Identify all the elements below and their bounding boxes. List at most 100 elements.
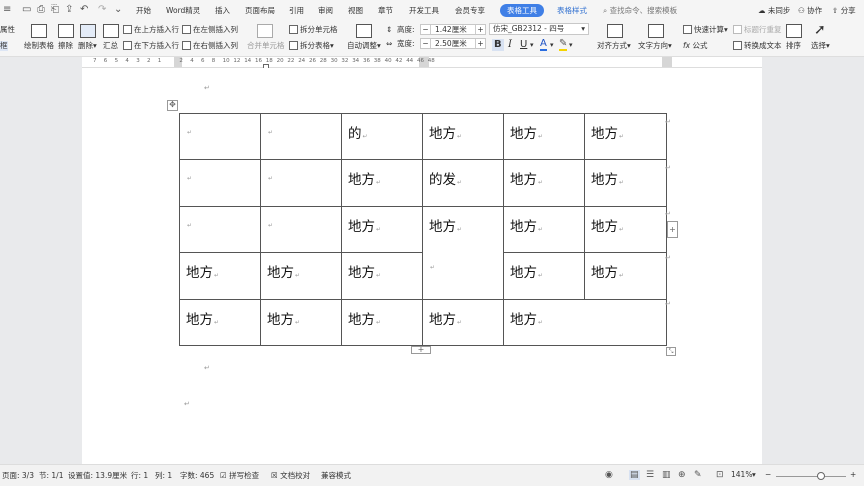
menu-references[interactable]: 引用 <box>289 5 304 16</box>
word-count[interactable]: 字数: 465 <box>180 470 214 481</box>
decrease-icon[interactable]: − <box>421 39 431 48</box>
web-view-icon[interactable]: ⊕ <box>678 470 686 480</box>
text-direction-button[interactable]: 文字方向▾ <box>638 41 672 51</box>
align-button[interactable]: 对齐方式▾ <box>597 41 631 51</box>
table-cell[interactable]: ↵ <box>179 112 261 161</box>
eye-protection-icon[interactable]: ◉ <box>605 470 613 480</box>
sync-button[interactable]: ☁ 未同步 <box>758 5 790 16</box>
increase-icon[interactable]: + <box>475 39 485 48</box>
dropdown-caret-icon[interactable]: ▾ <box>550 39 554 51</box>
table-cell[interactable]: ↵ <box>260 205 342 254</box>
underline-button[interactable]: U <box>520 39 527 51</box>
spell-check-button[interactable]: ☑ 拼写检查 <box>220 470 259 481</box>
outline-view-icon[interactable]: ☰ <box>646 470 654 480</box>
split-cells-button[interactable]: 拆分单元格 <box>289 25 338 35</box>
merged-table-cell[interactable]: 地方↵ <box>503 298 667 347</box>
table-cell[interactable]: 地方↵ <box>260 252 342 300</box>
table-cell[interactable]: ↵ <box>260 159 342 207</box>
document-table[interactable]: ↵ ↵ 的↵ 地方↵ 地方↵ 地方↵ ↵ ↵ 地方↵ 的发↵ 地方↵ 地方↵ ↵… <box>179 112 667 347</box>
highlight-icon[interactable]: ✎ <box>559 39 568 51</box>
increase-icon[interactable]: + <box>475 25 485 34</box>
dropdown-caret-icon[interactable]: ▾ <box>530 39 534 51</box>
merged-table-cell[interactable]: 地方↵ ↵ <box>422 205 504 300</box>
undo-icon[interactable]: ↶ <box>80 4 88 16</box>
table-cell[interactable]: 地方↵ <box>341 205 423 254</box>
fit-page-icon[interactable]: ⊡ <box>716 470 724 480</box>
height-stepper[interactable]: −1.42厘米 + <box>420 24 486 35</box>
proofread-button[interactable]: ☒ 文档校对 <box>271 470 310 481</box>
table-cell[interactable]: ↵ <box>179 205 261 254</box>
merge-cells-button[interactable]: 合并单元格 <box>247 41 285 51</box>
zoom-out-icon[interactable]: − <box>765 470 771 479</box>
bold-button[interactable]: B <box>492 39 504 51</box>
ruler-column-marker[interactable] <box>662 57 672 67</box>
document-page[interactable]: ↵ ✥ ↵ ↵ 的↵ 地方↵ 地方↵ 地方↵ ↵ ↵ 地方↵ 的发↵ 地方↵ 地… <box>82 68 762 464</box>
table-cell[interactable]: 地方↵ <box>341 252 423 300</box>
font-color-button[interactable]: A <box>540 39 547 51</box>
table-cell[interactable]: 地方↵ <box>584 205 667 254</box>
table-cell[interactable]: 地方↵ <box>422 112 504 161</box>
print-icon[interactable]: ⎙ <box>37 4 45 16</box>
italic-button[interactable]: I <box>508 39 512 51</box>
auto-fit-button[interactable]: 自动调整▾ <box>347 41 381 51</box>
menu-insert[interactable]: 插入 <box>215 5 230 16</box>
sort-button[interactable]: 排序 <box>786 41 801 51</box>
table-cell[interactable]: 地方↵ <box>584 159 667 207</box>
formula-button[interactable]: fx 公式 <box>683 41 707 51</box>
zoom-slider-handle[interactable] <box>817 472 825 480</box>
redo-icon[interactable]: ↷ <box>98 4 106 16</box>
dropdown-caret-icon[interactable]: ▾ <box>569 39 573 51</box>
print-preview-icon[interactable]: ⎗ <box>51 4 59 16</box>
add-column-icon[interactable]: + <box>667 221 678 238</box>
export-icon[interactable]: ⇪ <box>65 4 73 16</box>
customize-icon[interactable]: ⌄ <box>114 4 122 16</box>
reading-view-icon[interactable]: ▥ <box>662 470 671 480</box>
menu-icon[interactable]: ≡ <box>3 4 11 16</box>
page-view-icon[interactable]: ▤ <box>629 470 640 480</box>
table-cell[interactable]: 地方↵ <box>503 252 585 300</box>
split-table-button[interactable]: 拆分表格▾ <box>289 41 334 51</box>
table-cell[interactable]: 地方↵ <box>422 298 504 347</box>
table-cell[interactable]: 地方↵ <box>503 205 585 254</box>
horizontal-ruler[interactable]: 7 6 5 4 3 2 1 2 4 6 8 10 12 14 16 18 20 22 24 26 28 30 32 34 36 3… <box>82 57 762 69</box>
width-stepper[interactable]: −2.50厘米 + <box>420 38 486 49</box>
zoom-in-icon[interactable]: + <box>850 470 856 479</box>
tab-table-tools[interactable]: 表格工具 <box>500 4 544 17</box>
border-button[interactable]: 框 <box>0 41 8 51</box>
table-cell[interactable]: ↵ <box>260 112 342 161</box>
insert-col-right-button[interactable]: 在右侧插入列 <box>182 41 238 51</box>
menu-review[interactable]: 审阅 <box>318 5 333 16</box>
table-cell[interactable]: 地方↵ <box>179 298 261 347</box>
table-resize-icon[interactable]: ⤡ <box>666 347 676 356</box>
quick-calc-button[interactable]: 快速计算▾ <box>683 25 728 35</box>
delete-button[interactable]: 删除▾ <box>78 41 97 51</box>
menu-view[interactable]: 视图 <box>348 5 363 16</box>
menu-home[interactable]: 开始 <box>136 5 151 16</box>
insert-row-above-button[interactable]: 在上方插入行 <box>123 25 179 35</box>
table-cell[interactable]: 地方↵ <box>260 298 342 347</box>
zoom-slider[interactable] <box>776 476 846 477</box>
table-cell[interactable]: 的↵ <box>341 112 423 161</box>
tab-table-style[interactable]: 表格样式 <box>557 5 587 16</box>
select-button[interactable]: 选择▾ <box>811 41 830 51</box>
draw-table-button[interactable]: 绘制表格 <box>24 41 54 51</box>
zoom-level[interactable]: 141% <box>731 470 752 479</box>
table-cell[interactable]: 地方↵ <box>584 252 667 300</box>
menu-page-layout[interactable]: 页面布局 <box>245 5 275 16</box>
collab-button[interactable]: ⚇ 协作 <box>798 5 822 16</box>
table-cell[interactable]: 地方↵ <box>503 112 585 161</box>
menu-member[interactable]: 会员专享 <box>455 5 485 16</box>
properties-button[interactable]: 属性 <box>0 25 15 35</box>
summary-button[interactable]: 汇总 <box>103 41 118 51</box>
repeat-header-button[interactable]: 标题行重复 <box>733 25 782 35</box>
menu-word-genie[interactable]: Word精灵 <box>166 5 200 16</box>
add-row-icon[interactable]: + <box>411 346 431 354</box>
table-cell[interactable]: 地方↵ <box>584 112 667 161</box>
font-selector[interactable]: 仿宋_GB2312 - 四号 ▾ <box>489 23 589 35</box>
insert-row-below-button[interactable]: 在下方插入行 <box>123 41 179 51</box>
share-button[interactable]: ⇧ 分享 <box>832 5 856 16</box>
table-move-icon[interactable]: ✥ <box>167 100 178 111</box>
decrease-icon[interactable]: − <box>421 25 431 34</box>
write-mode-icon[interactable]: ✎ <box>694 470 702 480</box>
save-icon[interactable]: ▭ <box>22 4 31 16</box>
